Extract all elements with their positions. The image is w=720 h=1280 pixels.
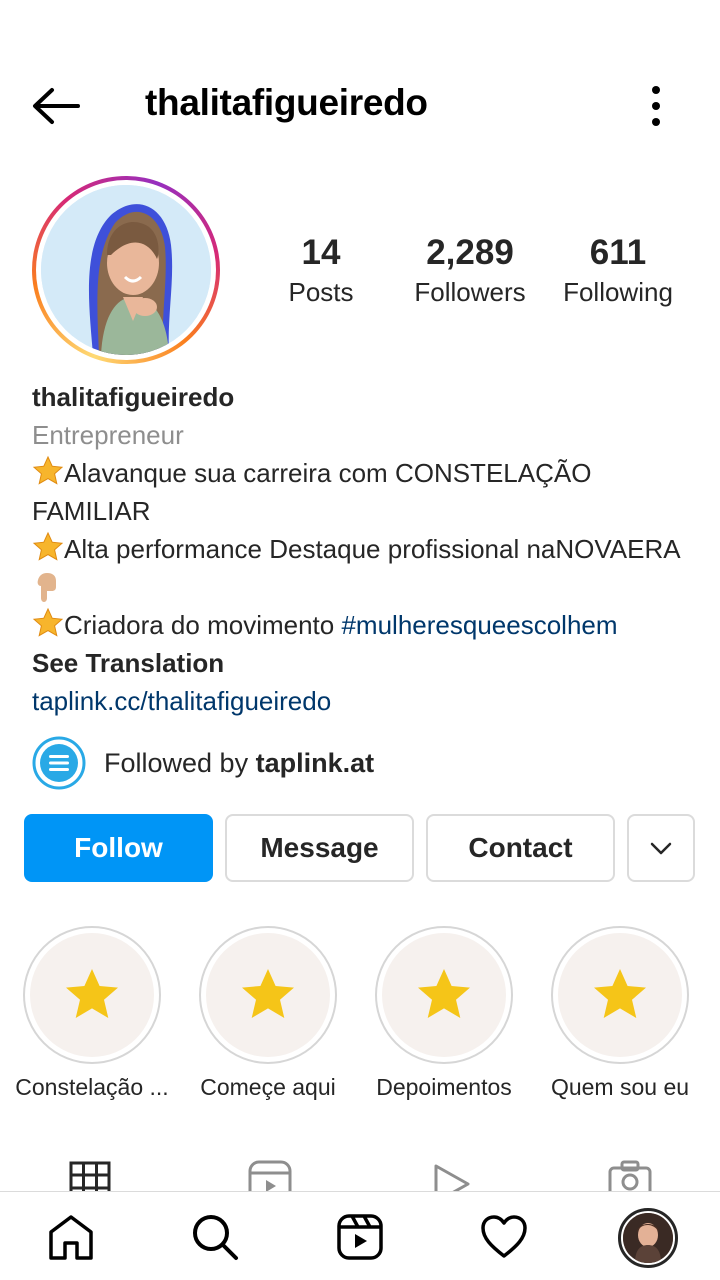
more-options-button[interactable] bbox=[636, 84, 676, 128]
nav-reels[interactable] bbox=[335, 1212, 385, 1262]
more-vertical-icon bbox=[652, 86, 660, 126]
arrow-left-icon bbox=[33, 88, 80, 124]
home-icon bbox=[49, 1215, 93, 1260]
highlight-label: Constelação ... bbox=[15, 1074, 169, 1100]
nav-profile[interactable] bbox=[618, 1208, 678, 1268]
story-highlight[interactable]: Constelação ... bbox=[2, 926, 182, 1101]
star-icon bbox=[242, 969, 294, 1018]
top-bar: thalitafigueiredo bbox=[0, 60, 720, 150]
tab-videos[interactable] bbox=[430, 1160, 474, 1192]
header-username: thalitafigueiredo bbox=[145, 82, 428, 123]
posts-label: Posts bbox=[288, 277, 354, 307]
bio-line-2: Alta performance Destaque profissional n… bbox=[32, 530, 702, 606]
reels-icon bbox=[248, 1160, 292, 1192]
bio-hashtag-link[interactable]: #mulheresqueescolhem bbox=[341, 610, 617, 640]
tab-tagged[interactable] bbox=[608, 1160, 652, 1192]
highlight-label: Depoimentos bbox=[376, 1074, 512, 1100]
stat-posts[interactable]: 14 Posts bbox=[270, 232, 372, 310]
highlight-label: Quem sou eu bbox=[550, 1074, 690, 1100]
chevron-down-icon bbox=[650, 842, 672, 855]
stat-followers[interactable]: 2,289 Followers bbox=[404, 232, 536, 310]
profile-bio: thalitafigueiredo Entrepreneur Alavanque… bbox=[32, 378, 702, 720]
bio-line-3: Criadora do movimento #mulheresqueescolh… bbox=[32, 606, 702, 644]
profile-avatar bbox=[41, 185, 211, 355]
message-button[interactable]: Message bbox=[225, 814, 414, 882]
stat-following[interactable]: 611 Following bbox=[552, 232, 684, 310]
suggested-accounts-button[interactable] bbox=[627, 814, 695, 882]
profile-avatar bbox=[623, 1213, 673, 1263]
followed-by-account: taplink.at bbox=[255, 747, 375, 778]
reels-icon bbox=[337, 1214, 383, 1260]
star-emoji-icon bbox=[32, 531, 64, 561]
search-icon bbox=[193, 1215, 238, 1260]
followed-by-text: Followed by taplink.at bbox=[104, 747, 375, 778]
follow-button[interactable]: Follow bbox=[24, 814, 213, 882]
see-translation-link[interactable]: See Translation bbox=[32, 644, 702, 682]
profile-content-tabs bbox=[0, 1150, 720, 1192]
profile-category: Entrepreneur bbox=[32, 420, 184, 450]
followers-count: 2,289 bbox=[426, 233, 514, 272]
story-highlight[interactable]: Depoimentos bbox=[354, 926, 534, 1101]
bio-website-link[interactable]: taplink.cc/thalitafigueiredo bbox=[32, 682, 702, 720]
tab-posts-grid[interactable] bbox=[68, 1160, 112, 1192]
nav-search[interactable] bbox=[190, 1212, 240, 1262]
following-label: Following bbox=[563, 277, 673, 307]
video-icon bbox=[434, 1164, 470, 1192]
pointing-down-emoji-icon bbox=[37, 573, 56, 602]
highlight-label: Começe aqui bbox=[200, 1074, 336, 1100]
star-icon bbox=[66, 969, 118, 1018]
heart-icon bbox=[481, 1215, 527, 1258]
tab-reels[interactable] bbox=[248, 1160, 292, 1192]
grid-icon bbox=[69, 1161, 111, 1192]
bottom-navigation bbox=[0, 1191, 720, 1280]
profile-name: thalitafigueiredo bbox=[32, 382, 235, 412]
nav-activity[interactable] bbox=[479, 1212, 529, 1262]
bio-line-1: Alavanque sua carreira com CONSTELAÇÃO F… bbox=[32, 454, 702, 530]
contact-button[interactable]: Contact bbox=[426, 814, 615, 882]
profile-avatar-story-ring[interactable] bbox=[32, 176, 220, 364]
story-highlight[interactable]: Começe aqui bbox=[178, 926, 358, 1101]
followers-label: Followers bbox=[414, 277, 526, 307]
nav-home[interactable] bbox=[46, 1212, 96, 1262]
star-emoji-icon bbox=[32, 607, 64, 637]
star-icon bbox=[418, 969, 470, 1018]
followed-by-row[interactable]: Followed by taplink.at bbox=[32, 736, 374, 790]
back-button[interactable] bbox=[30, 86, 82, 126]
story-highlight[interactable]: Quem sou eu bbox=[530, 926, 710, 1101]
following-count: 611 bbox=[589, 233, 647, 272]
posts-count: 14 bbox=[301, 233, 341, 272]
taplink-avatar-icon bbox=[32, 736, 86, 790]
star-icon bbox=[594, 969, 646, 1018]
star-emoji-icon bbox=[32, 455, 64, 485]
tagged-icon bbox=[608, 1160, 652, 1192]
